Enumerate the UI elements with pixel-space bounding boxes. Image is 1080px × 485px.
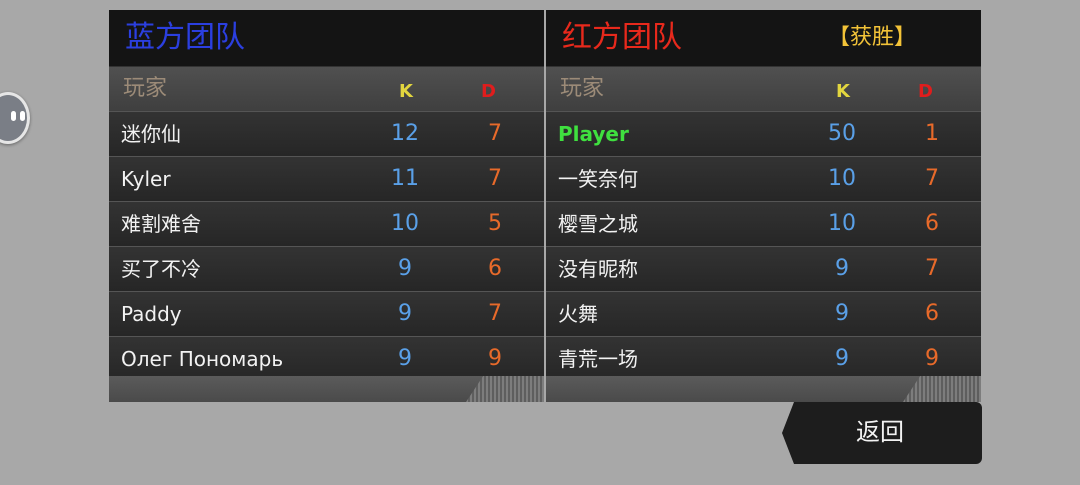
deaths-column-header: D: [918, 81, 933, 102]
player-name-self: Player: [558, 122, 629, 146]
table-row: 买了不冷 9 6: [109, 246, 544, 291]
red-team-header: 红方团队 【获胜】: [546, 10, 981, 67]
kills-value: 10: [828, 211, 856, 236]
player-name: 难割难舍: [121, 212, 201, 236]
player-name: 一笑奈何: [558, 167, 638, 191]
victory-badge: 【获胜】: [828, 25, 917, 50]
deaths-value: 7: [925, 256, 939, 281]
deaths-value: 9: [925, 346, 939, 371]
kills-value: 50: [828, 121, 856, 146]
deaths-value: 9: [488, 346, 502, 371]
player-column-header: 玩家: [123, 76, 168, 101]
deaths-value: 7: [925, 166, 939, 191]
kills-value: 9: [835, 256, 849, 281]
red-team-column-headers: 玩家 K D: [546, 67, 981, 111]
table-row: 青荒一场 9 9: [546, 336, 981, 381]
deaths-value: 5: [488, 211, 502, 236]
player-name: 青荒一场: [558, 347, 638, 371]
kills-column-header: K: [399, 81, 413, 102]
chat-face-icon: [11, 111, 16, 121]
red-team-name: 红方团队: [562, 20, 682, 55]
player-name: Олег Пономарь: [121, 347, 284, 371]
back-button-label: 返回: [856, 418, 904, 446]
deaths-value: 7: [488, 301, 502, 326]
table-row: 樱雪之城 10 6: [546, 201, 981, 246]
table-row: Paddy 9 7: [109, 291, 544, 336]
kills-value: 11: [391, 166, 419, 191]
chat-face-icon-eye: [20, 111, 25, 121]
player-name: 樱雪之城: [558, 212, 638, 236]
kills-column-header: K: [836, 81, 850, 102]
deaths-column-header: D: [481, 81, 496, 102]
deaths-value: 7: [488, 121, 502, 146]
deaths-value: 1: [925, 121, 939, 146]
table-row: Player 50 1: [546, 111, 981, 156]
back-button[interactable]: 返回: [782, 402, 982, 464]
panel-footer: [109, 376, 544, 402]
kills-value: 9: [398, 301, 412, 326]
kills-value: 12: [391, 121, 419, 146]
blue-team-name: 蓝方团队: [125, 20, 245, 55]
blue-team-header: 蓝方团队: [109, 10, 544, 67]
table-row: 火舞 9 6: [546, 291, 981, 336]
blue-team-panel: 蓝方团队 玩家 K D 迷你仙 12 7 Kyler 11 7 难割难舍 10 …: [109, 10, 544, 402]
footer-stripes: [903, 376, 981, 402]
deaths-value: 6: [488, 256, 502, 281]
kills-value: 10: [391, 211, 419, 236]
player-name: 迷你仙: [121, 122, 181, 146]
kills-value: 9: [835, 346, 849, 371]
kills-value: 9: [835, 301, 849, 326]
table-row: Kyler 11 7: [109, 156, 544, 201]
kills-value: 9: [398, 256, 412, 281]
kills-value: 9: [398, 346, 412, 371]
player-name: Paddy: [121, 302, 182, 326]
table-row: 一笑奈何 10 7: [546, 156, 981, 201]
deaths-value: 7: [488, 166, 502, 191]
player-column-header: 玩家: [560, 76, 605, 101]
table-row: Олег Пономарь 9 9: [109, 336, 544, 381]
table-row: 没有昵称 9 7: [546, 246, 981, 291]
blue-team-column-headers: 玩家 K D: [109, 67, 544, 111]
player-name: Kyler: [121, 167, 171, 191]
player-name: 没有昵称: [558, 257, 638, 281]
panel-footer: [546, 376, 981, 402]
red-team-panel: 红方团队 【获胜】 玩家 K D Player 50 1 一笑奈何 10 7 樱…: [546, 10, 981, 402]
side-menu-button[interactable]: [0, 92, 30, 144]
kills-value: 10: [828, 166, 856, 191]
table-row: 迷你仙 12 7: [109, 111, 544, 156]
deaths-value: 6: [925, 211, 939, 236]
table-row: 难割难舍 10 5: [109, 201, 544, 246]
deaths-value: 6: [925, 301, 939, 326]
player-name: 火舞: [558, 302, 598, 326]
player-name: 买了不冷: [121, 257, 201, 281]
footer-stripes: [466, 376, 544, 402]
